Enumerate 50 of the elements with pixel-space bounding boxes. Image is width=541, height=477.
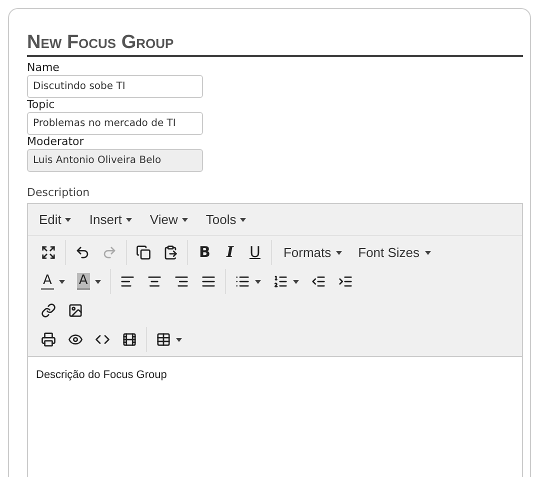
text-field[interactable]: Discutindo sobe TI bbox=[27, 75, 203, 98]
field-label: Topic bbox=[27, 98, 56, 112]
align-left-icon bbox=[120, 274, 135, 289]
caret-icon bbox=[240, 218, 246, 222]
toolbar-button[interactable]: U bbox=[241, 240, 268, 264]
menu-button[interactable]: View bbox=[142, 210, 195, 229]
caret-icon bbox=[58, 280, 65, 284]
outdent-icon bbox=[310, 274, 326, 289]
menu-button[interactable]: Tools bbox=[198, 210, 254, 229]
toolbar-button[interactable]: A bbox=[70, 270, 107, 294]
editor-content[interactable]: Descrição do Focus Group bbox=[28, 357, 522, 477]
undo-icon bbox=[75, 245, 90, 260]
form-title: New Focus Group bbox=[27, 31, 523, 57]
caret-icon bbox=[254, 280, 261, 284]
menu-button[interactable]: Insert bbox=[82, 210, 139, 229]
link-icon bbox=[41, 303, 56, 318]
text-field[interactable]: Problemas no mercado de TI bbox=[27, 112, 203, 135]
caret-icon bbox=[182, 218, 188, 222]
caret-icon bbox=[126, 218, 132, 222]
eye-icon bbox=[68, 332, 83, 347]
caret-icon bbox=[424, 250, 431, 254]
fullscreen-icon bbox=[41, 245, 56, 260]
field-label: Name bbox=[27, 61, 60, 75]
caret-icon bbox=[292, 280, 299, 284]
copy-icon bbox=[136, 245, 151, 260]
printer-icon bbox=[41, 332, 56, 347]
numbered-list-icon bbox=[272, 274, 288, 289]
caret-icon bbox=[94, 280, 101, 284]
field-label: Description bbox=[27, 186, 91, 200]
caret-icon bbox=[65, 218, 72, 222]
toolbar-button[interactable]: A bbox=[35, 270, 71, 294]
align-right-icon bbox=[174, 274, 189, 289]
caret-icon bbox=[336, 250, 342, 254]
toolbar-button[interactable]: B bbox=[191, 240, 218, 264]
toolbar-button[interactable]: I bbox=[218, 240, 242, 264]
redo-icon bbox=[102, 245, 117, 260]
bullet-list-icon bbox=[234, 274, 250, 289]
dropdown-button[interactable]: Formats bbox=[275, 240, 350, 264]
caret-icon bbox=[176, 338, 182, 342]
image-icon bbox=[68, 303, 83, 318]
menu-button[interactable]: Edit bbox=[32, 210, 78, 229]
align-justify-icon bbox=[200, 274, 216, 289]
align-center-icon bbox=[146, 274, 162, 289]
dropdown-button[interactable]: Font Sizes bbox=[350, 240, 439, 264]
field-label: Moderator bbox=[27, 135, 85, 149]
indent-icon bbox=[338, 274, 353, 289]
code-icon bbox=[95, 332, 110, 347]
film-icon bbox=[122, 332, 137, 347]
paste-icon bbox=[163, 245, 178, 260]
table-icon bbox=[156, 332, 171, 347]
